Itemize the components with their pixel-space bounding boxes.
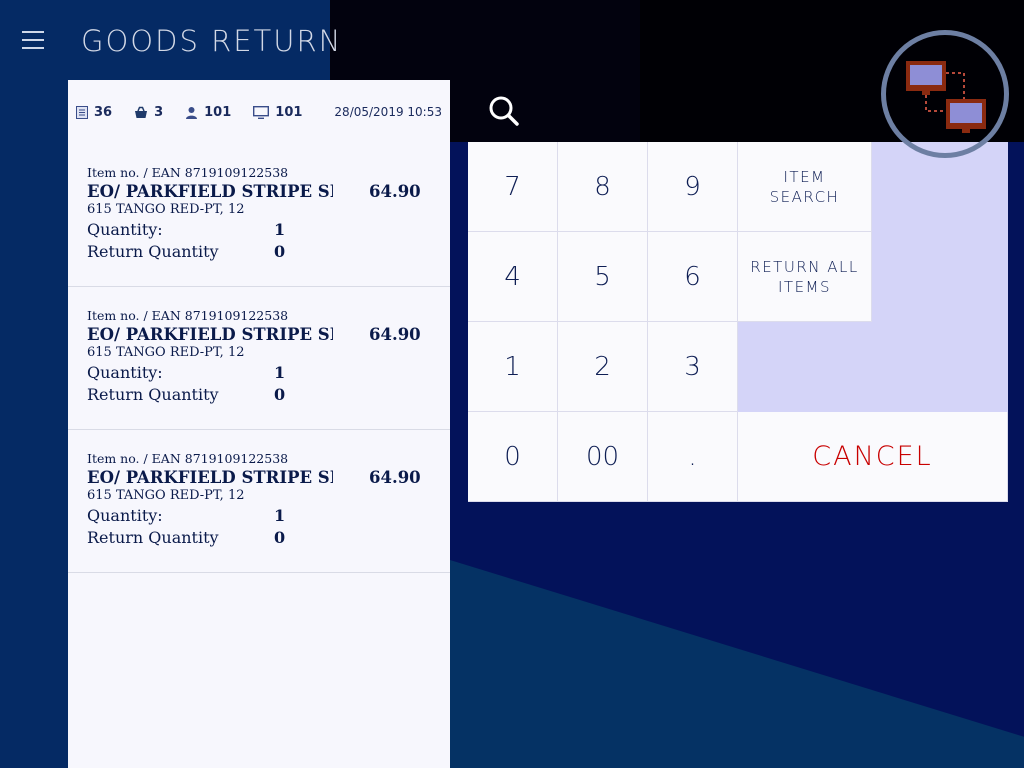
quantity-label: Quantity: xyxy=(87,363,163,382)
key-8[interactable]: 8 xyxy=(558,142,648,232)
item-variant: 615 TANGO RED-PT, 12 xyxy=(87,488,245,503)
keypad-empty-cell xyxy=(738,322,872,412)
return-all-items-button[interactable]: RETURN ALL ITEMS xyxy=(738,232,872,322)
return-quantity-value: 0 xyxy=(274,528,286,547)
return-item[interactable]: Item no. / EAN 8719109122538 EO/ PARKFIE… xyxy=(68,430,450,573)
return-items-panel: 36 3 101 101 28/05/2019 10:53 Item no. /… xyxy=(68,80,450,768)
basket-count: 3 xyxy=(154,104,164,120)
keypad-empty-cell xyxy=(872,232,1008,322)
terminal-id: 101 xyxy=(275,104,303,120)
quantity-value: 1 xyxy=(274,220,286,239)
return-item[interactable]: Item no. / EAN 8719109122538 EO/ PARKFIE… xyxy=(68,144,450,287)
quantity-label: Quantity: xyxy=(87,506,163,525)
return-quantity-value: 0 xyxy=(274,385,286,404)
docs-count: 36 xyxy=(94,104,113,120)
item-search-button[interactable]: ITEM SEARCH xyxy=(738,142,872,232)
item-price: 64.90 xyxy=(369,182,421,201)
background-shape-bottom xyxy=(450,560,1024,768)
item-variant: 615 TANGO RED-PT, 12 xyxy=(87,202,245,217)
key-2[interactable]: 2 xyxy=(558,322,648,412)
key-decimal[interactable]: . xyxy=(648,412,738,502)
key-3[interactable]: 3 xyxy=(648,322,738,412)
item-price: 64.90 xyxy=(369,325,421,344)
sync-terminals-icon xyxy=(906,61,986,133)
user-icon xyxy=(186,106,198,119)
item-name: EO/ PARKFIELD STRIPE SHIRT xyxy=(87,182,333,201)
document-icon xyxy=(76,105,88,119)
key-00[interactable]: 00 xyxy=(558,412,648,502)
search-icon[interactable] xyxy=(488,95,520,127)
quantity-value: 1 xyxy=(274,363,286,382)
item-price: 64.90 xyxy=(369,468,421,487)
docs-stat: 36 xyxy=(76,105,112,120)
keypad-empty-cell xyxy=(872,322,1008,412)
page-title: GOODS RETURN xyxy=(81,24,343,58)
item-ean: Item no. / EAN 8719109122538 xyxy=(87,451,289,466)
item-name: EO/ PARKFIELD STRIPE SHIRT xyxy=(87,468,333,487)
terminal-stat: 101 xyxy=(253,105,302,120)
key-0[interactable]: 0 xyxy=(468,412,558,502)
item-variant: 615 TANGO RED-PT, 12 xyxy=(87,345,245,360)
sync-status-badge[interactable] xyxy=(881,30,1009,158)
numeric-keypad: 7 8 9 ITEM SEARCH 4 5 6 RETURN ALL ITEMS… xyxy=(468,142,1008,502)
monitor-icon xyxy=(253,105,270,119)
item-ean: Item no. / EAN 8719109122538 xyxy=(87,308,289,323)
return-quantity-label: Return Quantity xyxy=(87,242,219,261)
status-bar: 36 3 101 101 28/05/2019 10:53 xyxy=(68,80,450,144)
basket-icon xyxy=(135,106,148,118)
user-id: 101 xyxy=(204,104,232,120)
datetime: 28/05/2019 10:53 xyxy=(334,105,442,119)
item-ean: Item no. / EAN 8719109122538 xyxy=(87,165,289,180)
key-4[interactable]: 4 xyxy=(468,232,558,322)
quantity-label: Quantity: xyxy=(87,220,163,239)
basket-stat: 3 xyxy=(134,105,163,120)
key-1[interactable]: 1 xyxy=(468,322,558,412)
key-5[interactable]: 5 xyxy=(558,232,648,322)
key-7[interactable]: 7 xyxy=(468,142,558,232)
cancel-button[interactable]: CANCEL xyxy=(738,412,1008,502)
key-6[interactable]: 6 xyxy=(648,232,738,322)
quantity-value: 1 xyxy=(274,506,286,525)
menu-icon[interactable] xyxy=(22,31,44,51)
item-name: EO/ PARKFIELD STRIPE SHIRT xyxy=(87,325,333,344)
key-9[interactable]: 9 xyxy=(648,142,738,232)
return-quantity-label: Return Quantity xyxy=(87,385,219,404)
user-stat: 101 xyxy=(185,105,231,120)
return-item[interactable]: Item no. / EAN 8719109122538 EO/ PARKFIE… xyxy=(68,287,450,430)
return-quantity-value: 0 xyxy=(274,242,286,261)
return-quantity-label: Return Quantity xyxy=(87,528,219,547)
